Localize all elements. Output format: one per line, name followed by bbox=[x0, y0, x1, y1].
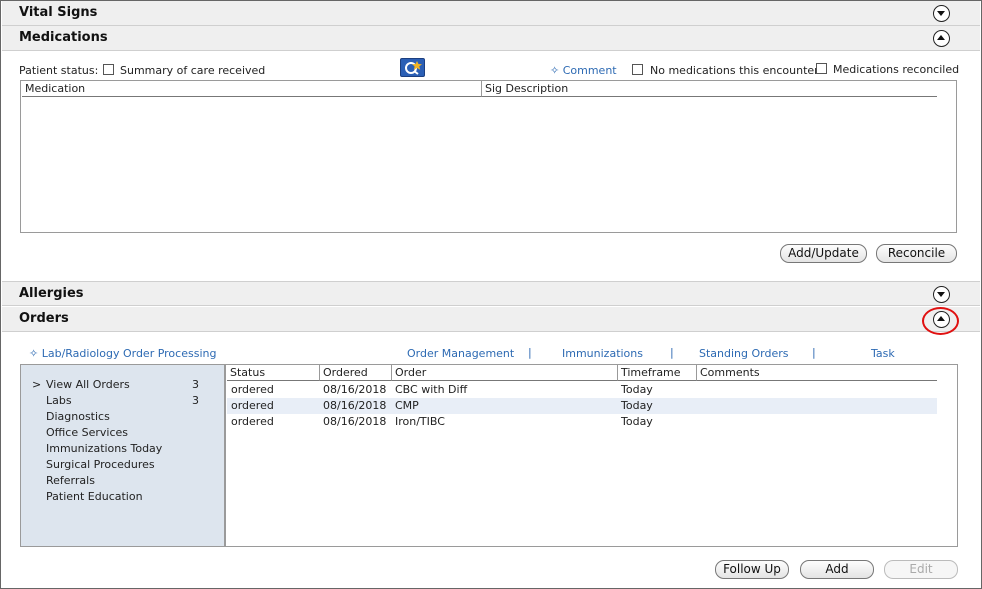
ordered-column-header[interactable]: Ordered bbox=[320, 365, 392, 381]
expand-vital-signs-button[interactable] bbox=[933, 5, 950, 22]
nav-separator: | bbox=[670, 346, 674, 359]
lab-radiology-order-processing-link[interactable]: ✧ Lab/Radiology Order Processing bbox=[29, 347, 216, 360]
vital-signs-header[interactable]: Vital Signs bbox=[2, 1, 980, 26]
follow-up-button[interactable]: Follow Up bbox=[715, 560, 789, 579]
status-cell: ordered bbox=[231, 383, 274, 396]
add-order-button[interactable]: Add bbox=[800, 560, 874, 579]
category-count: 3 bbox=[192, 378, 199, 391]
category-labs[interactable]: Labs bbox=[46, 394, 72, 407]
category-view-all-orders[interactable]: View All Orders bbox=[46, 378, 130, 391]
nav-separator: | bbox=[812, 346, 816, 359]
medications-header[interactable]: Medications bbox=[2, 26, 980, 51]
clinical-note-frame: Vital Signs Medications Patient status: … bbox=[0, 0, 982, 589]
status-column-header[interactable]: Status bbox=[227, 365, 320, 381]
order-management-link[interactable]: Order Management bbox=[407, 347, 514, 360]
chevron-up-icon bbox=[937, 35, 945, 40]
medications-title: Medications bbox=[19, 30, 108, 45]
order-cell: Iron/TIBC bbox=[395, 415, 445, 428]
medications-reconciled-checkbox[interactable] bbox=[816, 63, 827, 74]
status-cell: ordered bbox=[231, 399, 274, 412]
ordered-cell: 08/16/2018 bbox=[323, 415, 387, 428]
medication-reconcile-icon[interactable] bbox=[400, 58, 425, 77]
medication-column-header[interactable]: Medication bbox=[22, 81, 482, 97]
ordered-cell: 08/16/2018 bbox=[323, 383, 387, 396]
nav-separator: | bbox=[528, 346, 532, 359]
timeframe-column-header[interactable]: Timeframe bbox=[618, 365, 697, 381]
medications-reconciled-label: Medications reconciled bbox=[833, 63, 960, 76]
standing-orders-link[interactable]: Standing Orders bbox=[699, 347, 789, 360]
highlight-ring bbox=[922, 307, 959, 335]
reconcile-button[interactable]: Reconcile bbox=[876, 244, 957, 263]
timeframe-cell: Today bbox=[621, 383, 653, 396]
status-cell: ordered bbox=[231, 415, 274, 428]
order-column-header[interactable]: Order bbox=[392, 365, 618, 381]
allergies-title: Allergies bbox=[19, 286, 84, 301]
chevron-down-icon bbox=[937, 11, 945, 16]
add-update-button[interactable]: Add/Update bbox=[780, 244, 867, 263]
table-row[interactable]: ordered 08/16/2018 CMP Today bbox=[227, 398, 937, 414]
immunizations-link[interactable]: Immunizations bbox=[562, 347, 643, 360]
timeframe-cell: Today bbox=[621, 399, 653, 412]
table-row[interactable]: ordered 08/16/2018 CBC with Diff Today bbox=[227, 382, 937, 398]
chevron-down-icon bbox=[937, 292, 945, 297]
category-count: 3 bbox=[192, 394, 199, 407]
summary-of-care-label: Summary of care received bbox=[120, 64, 266, 77]
comments-column-header[interactable]: Comments bbox=[697, 365, 937, 381]
collapse-medications-button[interactable] bbox=[933, 30, 950, 47]
order-category-list: > View All Orders 3 Labs 3 Diagnostics O… bbox=[20, 364, 225, 547]
category-diagnostics[interactable]: Diagnostics bbox=[46, 410, 110, 423]
expand-allergies-button[interactable] bbox=[933, 286, 950, 303]
category-surgical-procedures[interactable]: Surgical Procedures bbox=[46, 458, 155, 471]
sig-description-column-header[interactable]: Sig Description bbox=[482, 81, 937, 97]
order-cell: CBC with Diff bbox=[395, 383, 468, 396]
medications-grid[interactable]: Medication Sig Description bbox=[20, 80, 957, 233]
category-patient-education[interactable]: Patient Education bbox=[46, 490, 143, 503]
no-medications-label: No medications this encounter bbox=[650, 64, 819, 77]
patient-status-label: Patient status: bbox=[19, 64, 99, 77]
category-immunizations-today[interactable]: Immunizations Today bbox=[46, 442, 162, 455]
ordered-cell: 08/16/2018 bbox=[323, 399, 387, 412]
orders-grid[interactable]: Status Ordered Order Timeframe Comments … bbox=[225, 364, 958, 547]
orders-header[interactable]: Orders bbox=[2, 307, 980, 332]
comment-link[interactable]: ✧ Comment bbox=[550, 64, 617, 77]
allergies-header[interactable]: Allergies bbox=[2, 281, 980, 306]
category-referrals[interactable]: Referrals bbox=[46, 474, 95, 487]
task-link[interactable]: Task bbox=[871, 347, 895, 360]
orders-title: Orders bbox=[19, 311, 69, 326]
selected-marker: > bbox=[32, 378, 42, 391]
category-office-services[interactable]: Office Services bbox=[46, 426, 128, 439]
timeframe-cell: Today bbox=[621, 415, 653, 428]
vital-signs-title: Vital Signs bbox=[19, 5, 98, 20]
summary-of-care-checkbox[interactable] bbox=[103, 64, 114, 75]
order-cell: CMP bbox=[395, 399, 419, 412]
edit-order-button[interactable]: Edit bbox=[884, 560, 958, 579]
no-medications-checkbox[interactable] bbox=[632, 64, 643, 75]
table-row[interactable]: ordered 08/16/2018 Iron/TIBC Today bbox=[227, 414, 937, 430]
